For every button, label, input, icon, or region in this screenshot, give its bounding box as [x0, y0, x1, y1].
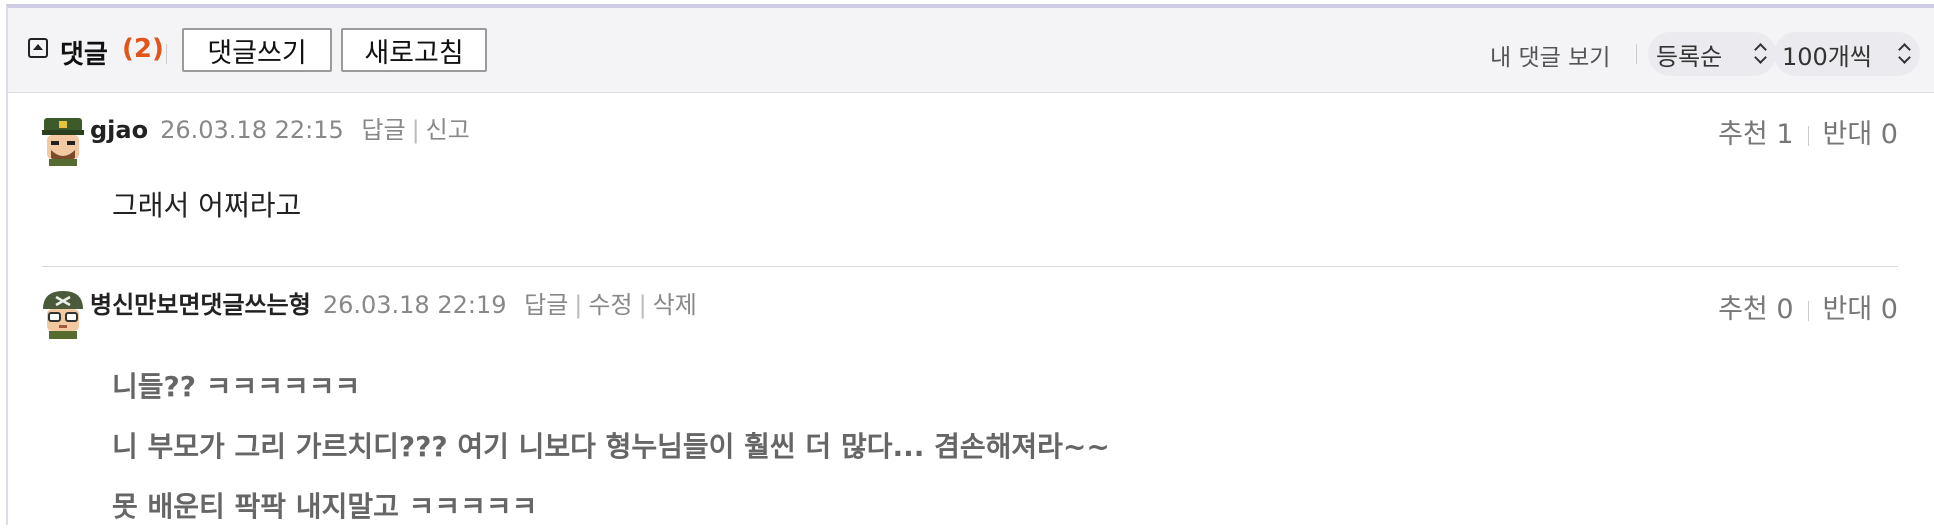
comment-text-line: 니 부모가 그리 가르치디??? 여기 니보다 형누님들이 훨씬 더 많다...… — [112, 430, 1110, 463]
divider — [1636, 44, 1637, 64]
my-comments-link[interactable]: 내 댓글 보기 — [1490, 38, 1610, 72]
divider: | — [411, 116, 420, 144]
reply-link[interactable]: 답글 — [361, 116, 405, 144]
comment-section-title: 댓글 — [60, 40, 108, 70]
comment-author[interactable]: gjao — [90, 116, 148, 144]
chevron-updown-icon — [1754, 41, 1766, 67]
comment-meta: gjao 26.03.18 22:15 답글 | 신고 — [90, 110, 470, 145]
downvote-button[interactable]: 반대 0 — [1823, 294, 1898, 325]
sort-select-value: 등록순 — [1656, 42, 1723, 71]
upvote-button[interactable]: 추천 0 — [1718, 294, 1793, 325]
comment-toolbar: 댓글 (2) 댓글쓰기 새로고침 내 댓글 보기 등록순 100개씩 — [8, 8, 1934, 93]
chevron-updown-icon — [1898, 41, 1910, 67]
comment-datetime: 26.03.18 22:15 — [160, 116, 344, 144]
per-page-select[interactable]: 100개씩 — [1774, 32, 1920, 76]
vote-group: 추천 0 반대 0 — [1718, 287, 1898, 326]
collapse-toggle-icon[interactable] — [28, 38, 48, 58]
report-link[interactable]: 신고 — [426, 116, 470, 144]
comment-meta: 병신만보면댓글쓰는형 26.03.18 22:19 답글 | 수정 | 삭제 — [90, 285, 697, 320]
divider — [1807, 125, 1809, 146]
write-comment-button[interactable]: 댓글쓰기 — [182, 28, 332, 72]
edit-link[interactable]: 수정 — [588, 291, 632, 319]
delete-link[interactable]: 삭제 — [653, 291, 697, 319]
comment-item: 병신만보면댓글쓰는형 26.03.18 22:19 답글 | 수정 | 삭제 추천 0 반대… — [8, 267, 1934, 529]
refresh-button[interactable]: 새로고침 — [341, 28, 487, 72]
comment-section: 댓글 (2) 댓글쓰기 새로고침 내 댓글 보기 등록순 100개씩 gjao 2 — [6, 4, 1934, 525]
divider — [1807, 300, 1809, 321]
comment-item: gjao 26.03.18 22:15 답글 | 신고 추천 1 반대 0 그래서 어쩌… — [8, 92, 1934, 266]
reply-link[interactable]: 답글 — [524, 291, 568, 319]
comment-count: (2) — [122, 34, 164, 64]
per-page-select-value: 100개씩 — [1782, 42, 1872, 71]
upvote-button[interactable]: 추천 1 — [1718, 119, 1793, 150]
comment-text-line: 못 배운티 팍팍 내지말고 ㅋㅋㅋㅋㅋ — [112, 490, 538, 523]
divider: | — [638, 291, 647, 319]
vote-group: 추천 1 반대 0 — [1718, 112, 1898, 151]
comment-author[interactable]: 병신만보면댓글쓰는형 — [90, 291, 311, 319]
soldier-avatar-icon — [42, 118, 84, 166]
downvote-button[interactable]: 반대 0 — [1823, 119, 1898, 150]
divider: | — [574, 291, 583, 319]
helmet-soldier-avatar-icon — [43, 291, 83, 339]
comment-text-line: 니들?? ㅋㅋㅋㅋㅋㅋ — [112, 370, 361, 403]
comment-datetime: 26.03.18 22:19 — [322, 291, 507, 319]
divider — [166, 44, 167, 64]
comment-text-line: 그래서 어쩌라고 — [112, 189, 302, 222]
sort-select[interactable]: 등록순 — [1648, 32, 1776, 76]
